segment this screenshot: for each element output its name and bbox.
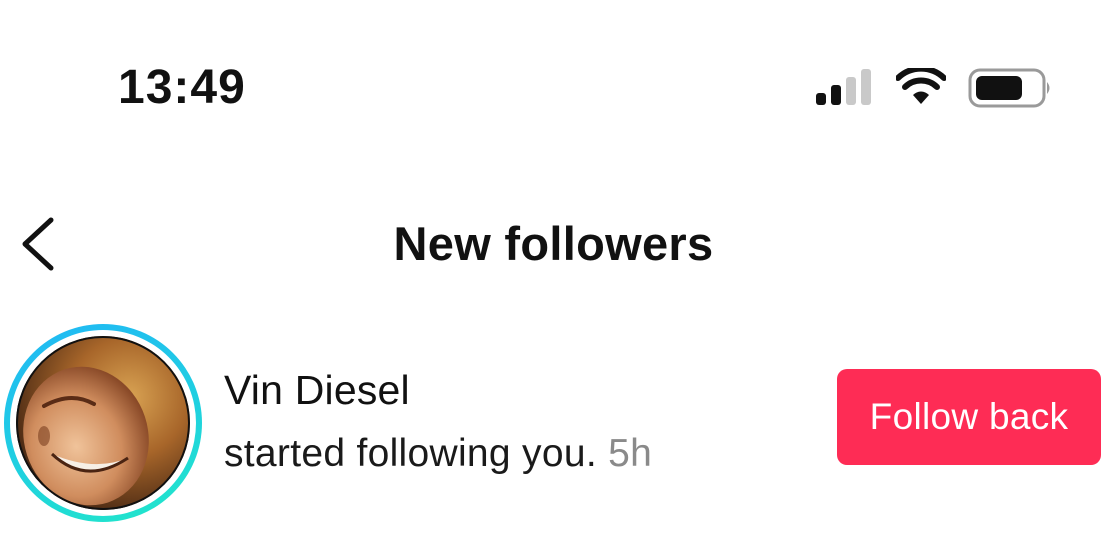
avatar-image [16, 336, 190, 510]
notification-message: started following you. [224, 432, 597, 475]
nav-bar: New followers [0, 200, 1107, 290]
follow-back-button[interactable]: Follow back [837, 369, 1101, 465]
notification-text: started following you. 5h [224, 430, 652, 478]
avatar[interactable] [4, 324, 202, 522]
status-time: 13:49 [118, 61, 246, 114]
cellular-signal-icon [816, 69, 876, 107]
status-bar: 13:49 [0, 0, 1107, 170]
page-title: New followers [393, 217, 714, 270]
notification-time: 5h [608, 432, 653, 475]
battery-icon [968, 68, 1052, 108]
wifi-icon [895, 65, 947, 106]
notification-row[interactable]: Vin Diesel started following you. 5h Fol… [0, 322, 1107, 522]
username[interactable]: Vin Diesel [224, 366, 410, 414]
